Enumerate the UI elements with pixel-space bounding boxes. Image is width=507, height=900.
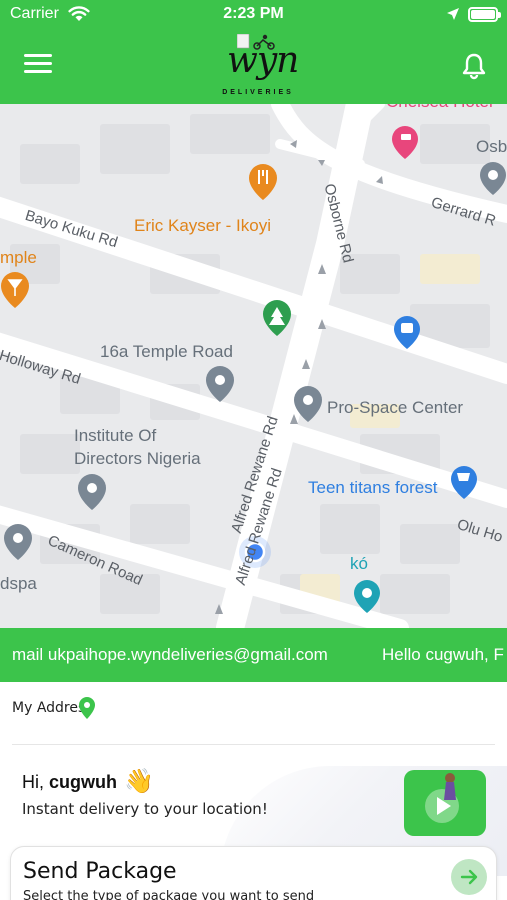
send-package-subtitle: Select the type of package you want to s… <box>23 889 315 900</box>
greeting-username: cugwuh <box>49 772 118 792</box>
send-package-title: Send Package <box>23 859 177 884</box>
bell-icon[interactable] <box>460 52 488 80</box>
marquee-email-text: mail ukpaihope.wyndeliveries@gmail.com <box>12 645 328 664</box>
location-pin-icon[interactable] <box>79 697 95 719</box>
greeting-text: Hi, cugwuh <box>22 772 117 793</box>
poi-osb[interactable]: Osb <box>476 137 507 157</box>
poi-institute-line2[interactable]: Directors Nigeria <box>74 449 201 469</box>
greeting-hi: Hi, <box>22 772 44 792</box>
map-view[interactable]: Chelsea Hotel Osb Eric Kayser - Ikoyi mp… <box>0 104 507 628</box>
greeting-subtitle: Instant delivery to your location! <box>22 800 268 818</box>
battery-icon <box>468 7 501 22</box>
home-panel: My Address Hi, cugwuh 👋 Instant delivery… <box>0 682 507 900</box>
clock: 2:23 PM <box>223 5 284 22</box>
poi-dspa[interactable]: dspa <box>0 574 37 594</box>
poi-ko[interactable]: kó <box>350 554 368 574</box>
app-screen: Carrier 2:23 PM wyn DELIVERIES Osb Eric … <box>0 0 507 900</box>
marquee-banner: mail ukpaihope.wyndeliveries@gmail.com H… <box>0 628 507 682</box>
logo-subtitle: DELIVERIES <box>222 89 294 96</box>
poi-chelsea-hotel[interactable]: Chelsea Hotel <box>386 104 493 112</box>
play-icon <box>425 773 459 823</box>
arrow-right-icon[interactable] <box>451 859 487 895</box>
divider <box>12 744 495 745</box>
marquee-greeting-text: Hello cugwuh, F <box>382 645 504 664</box>
header-bar: Carrier 2:23 PM wyn DELIVERIES <box>0 0 507 104</box>
poi-eric-kayser[interactable]: Eric Kayser - Ikoyi <box>134 216 271 236</box>
poi-pro-space-center[interactable]: Pro-Space Center <box>327 398 463 418</box>
video-play-card[interactable] <box>404 770 486 836</box>
hamburger-menu-icon[interactable] <box>24 54 52 76</box>
poi-16a-temple-road[interactable]: 16a Temple Road <box>100 342 233 362</box>
app-logo: wyn DELIVERIES <box>213 32 303 100</box>
location-arrow-icon <box>447 8 459 20</box>
poi-teen-titans-forest[interactable]: Teen titans forest <box>308 478 437 498</box>
poi-temple[interactable]: mple <box>0 248 37 268</box>
waving-hand-icon: 👋 <box>124 768 154 795</box>
poi-institute-line1[interactable]: Institute Of <box>74 426 156 446</box>
send-package-card[interactable]: Send Package Select the type of package … <box>10 846 497 900</box>
status-bar: Carrier 2:23 PM <box>0 0 507 30</box>
logo-wordmark: wyn <box>227 40 299 81</box>
